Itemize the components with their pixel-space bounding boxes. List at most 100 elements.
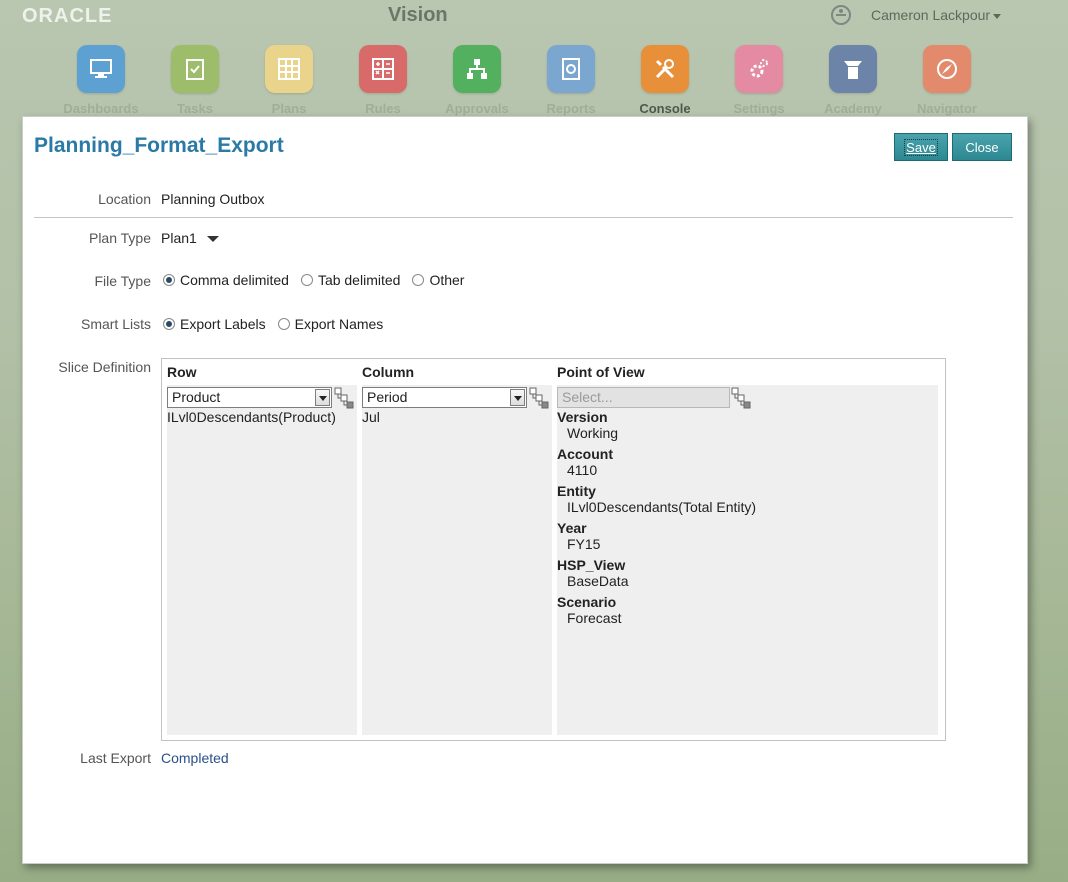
nav-label: Plans: [271, 101, 307, 116]
plan-type-label: Plan Type: [88, 230, 151, 246]
nav-approvals[interactable]: Approvals: [430, 45, 524, 120]
last-export-label: Last Export: [80, 750, 151, 766]
hierarchy-icon: [453, 45, 501, 93]
pov-member[interactable]: 4110: [557, 462, 927, 478]
nav-label: Approvals: [445, 101, 509, 116]
nav-plans[interactable]: Plans: [242, 45, 336, 120]
radio-icon: [277, 318, 290, 330]
grid-icon: [265, 45, 313, 93]
plan-type-value: Plan1: [161, 230, 197, 246]
slice-row-column: Row Product ILvl0Descendants(Product): [167, 364, 357, 735]
tools-icon: [641, 45, 689, 93]
column-header: Column: [362, 364, 415, 380]
row-header: Row: [167, 364, 197, 380]
pov-member[interactable]: FY15: [557, 536, 927, 552]
nav-label: Tasks: [177, 101, 213, 116]
academy-icon: [829, 45, 877, 93]
user-name: Cameron Lackpour: [871, 7, 991, 23]
plan-type-dropdown[interactable]: Plan1: [161, 230, 219, 246]
location-label: Location: [98, 191, 151, 207]
member-selector-icon[interactable]: [334, 387, 354, 409]
radio-label: Other: [429, 272, 465, 288]
dialog-title: Planning_Format_Export: [34, 134, 284, 157]
dashboard-icon: [77, 45, 125, 93]
pov-dimension: Version: [557, 409, 608, 425]
nav-rules[interactable]: Rules: [336, 45, 430, 120]
member-selector-icon[interactable]: [731, 387, 751, 409]
smart-lists-radio-group: Export Labels Export Names: [163, 316, 395, 332]
radio-icon: [412, 274, 425, 286]
nav-bar: Dashboards Tasks Plans Rules Approvals R…: [54, 45, 994, 120]
save-label: Save: [904, 138, 938, 156]
pov-member[interactable]: Working: [557, 425, 927, 441]
slice-definition-label: Slice Definition: [58, 359, 151, 375]
dropdown-arrow-icon[interactable]: [510, 389, 525, 406]
member-selector-icon[interactable]: [529, 387, 549, 409]
nav-label: Reports: [546, 101, 596, 116]
nav-console[interactable]: Console: [618, 45, 712, 120]
radio-comma-delimited[interactable]: Comma delimited: [163, 272, 289, 288]
app-name: Vision: [388, 4, 448, 26]
pov-dimension: Scenario: [557, 594, 617, 610]
radio-label: Tab delimited: [317, 272, 401, 288]
divider: [34, 217, 1013, 218]
radio-other[interactable]: Other: [412, 272, 464, 288]
slice-definition-panel: Row Product ILvl0Descendants(Product) Co…: [161, 358, 946, 741]
nav-label: Settings: [733, 101, 785, 116]
radio-label: Export Names: [294, 316, 384, 332]
smart-lists-label: Smart Lists: [80, 316, 151, 332]
radio-tab-delimited[interactable]: Tab delimited: [300, 272, 401, 288]
nav-label: Console: [639, 101, 691, 116]
pov-member[interactable]: Forecast: [557, 610, 927, 626]
slice-column-column: Column Period Jul: [362, 364, 552, 735]
chevron-down-icon: [206, 236, 219, 243]
accessibility-icon[interactable]: [831, 5, 851, 25]
row-dimension-value: Product: [172, 389, 221, 405]
radio-export-names[interactable]: Export Names: [277, 316, 384, 332]
nav-label: Dashboards: [63, 101, 139, 116]
export-dialog: Planning_Format_Export Save Close Locati…: [22, 116, 1028, 864]
nav-reports[interactable]: Reports: [524, 45, 618, 120]
pov-member[interactable]: BaseData: [557, 573, 927, 589]
gears-icon: [735, 45, 783, 93]
row-body: Product ILvl0Descendants(Product): [167, 385, 357, 735]
pov-dimension: Account: [557, 446, 613, 462]
file-type-radio-group: Comma delimited Tab delimited Other: [163, 272, 476, 288]
pov-dimension: Year: [557, 520, 587, 536]
compass-icon: [923, 45, 971, 93]
save-button[interactable]: Save: [894, 133, 948, 161]
nav-settings[interactable]: Settings: [712, 45, 806, 120]
pov-member[interactable]: ILvl0Descendants(Total Entity): [557, 499, 927, 515]
nav-label: Rules: [365, 101, 401, 116]
report-icon: [547, 45, 595, 93]
radio-selected-icon: [163, 318, 175, 330]
location-value: Planning Outbox: [161, 191, 265, 207]
column-body: Period Jul: [362, 385, 552, 735]
radio-icon: [300, 274, 313, 286]
close-button[interactable]: Close: [952, 133, 1012, 161]
calculator-icon: [359, 45, 407, 93]
nav-dashboards[interactable]: Dashboards: [54, 45, 148, 120]
dropdown-arrow-icon[interactable]: [315, 389, 330, 406]
radio-label: Export Labels: [180, 316, 266, 332]
oracle-logo: ORACLE: [22, 5, 113, 27]
user-menu[interactable]: Cameron Lackpour: [871, 7, 1002, 23]
pov-dimension: HSP_View: [557, 557, 626, 573]
last-export-status-link[interactable]: Completed: [161, 750, 229, 766]
pov-header: Point of View: [557, 364, 645, 380]
nav-label: Academy: [824, 101, 882, 116]
top-bar: ORACLE Vision Cameron Lackpour: [0, 0, 1068, 32]
column-member[interactable]: Jul: [362, 409, 380, 425]
column-dimension-value: Period: [367, 389, 408, 405]
pov-select-input[interactable]: Select...: [557, 387, 730, 408]
nav-tasks[interactable]: Tasks: [148, 45, 242, 120]
row-member[interactable]: ILvl0Descendants(Product): [167, 409, 336, 425]
column-dimension-select[interactable]: Period: [362, 387, 527, 408]
nav-academy[interactable]: Academy: [806, 45, 900, 120]
radio-export-labels[interactable]: Export Labels: [163, 316, 266, 332]
radio-selected-icon: [163, 274, 175, 286]
nav-label: Navigator: [917, 101, 977, 116]
row-dimension-select[interactable]: Product: [167, 387, 332, 408]
pov-body: Select... Version Working Account 4110 E…: [557, 385, 938, 735]
nav-navigator[interactable]: Navigator: [900, 45, 994, 120]
